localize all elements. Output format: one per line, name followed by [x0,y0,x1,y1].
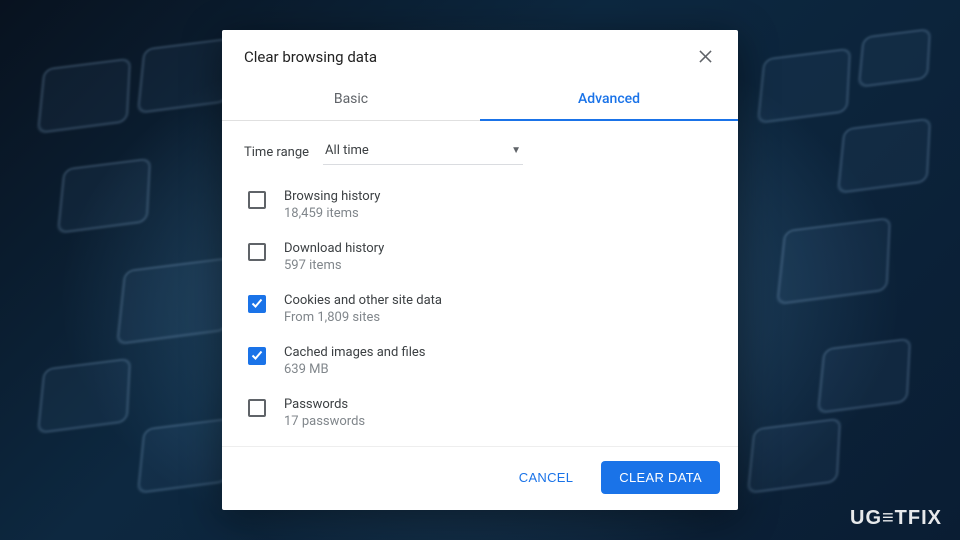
dropdown-arrow-icon: ▼ [511,145,521,156]
cancel-button[interactable]: CANCEL [501,461,592,494]
option-sublabel: 639 MB [284,362,425,377]
option-sublabel: 17 passwords [284,414,365,429]
option-label: Passwords [284,397,365,412]
clear-browsing-data-dialog: Clear browsing data Basic Advanced Time … [222,30,738,510]
clear-data-button[interactable]: CLEAR DATA [601,461,720,494]
option-label: Cookies and other site data [284,293,442,308]
option-label: Download history [284,241,384,256]
dialog-body: Time range All time ▼ Browsing history 1… [222,121,738,446]
dialog-footer: CANCEL CLEAR DATA [222,446,738,510]
checkmark-icon [250,347,264,366]
watermark: UG≡TFIX [850,507,942,530]
checkbox-cached[interactable] [248,347,266,365]
option-label: Browsing history [284,189,380,204]
option-sublabel: 18,459 items [284,206,380,221]
close-button[interactable] [693,44,718,69]
time-range-select[interactable]: All time ▼ [323,139,523,165]
dialog-title: Clear browsing data [244,48,377,66]
dialog-titlebar: Clear browsing data [222,30,738,79]
options-list[interactable]: Browsing history 18,459 items Download h… [244,179,716,446]
option-autofill[interactable]: Autofill form data [244,439,716,446]
option-download-history[interactable]: Download history 597 items [244,231,716,283]
tab-advanced[interactable]: Advanced [480,79,738,120]
time-range-row: Time range All time ▼ [244,139,716,165]
checkbox-download-history[interactable] [248,243,266,261]
option-passwords[interactable]: Passwords 17 passwords [244,387,716,439]
option-sublabel: 597 items [284,258,384,273]
option-sublabel: From 1,809 sites [284,310,442,325]
time-range-label: Time range [244,145,309,160]
time-range-value: All time [325,143,369,158]
option-browsing-history[interactable]: Browsing history 18,459 items [244,179,716,231]
checkbox-browsing-history[interactable] [248,191,266,209]
tab-basic[interactable]: Basic [222,79,480,120]
close-icon [699,50,712,63]
option-cookies[interactable]: Cookies and other site data From 1,809 s… [244,283,716,335]
option-cached[interactable]: Cached images and files 639 MB [244,335,716,387]
checkbox-cookies[interactable] [248,295,266,313]
checkbox-passwords[interactable] [248,399,266,417]
tabs: Basic Advanced [222,79,738,121]
checkmark-icon [250,295,264,314]
option-label: Cached images and files [284,345,425,360]
